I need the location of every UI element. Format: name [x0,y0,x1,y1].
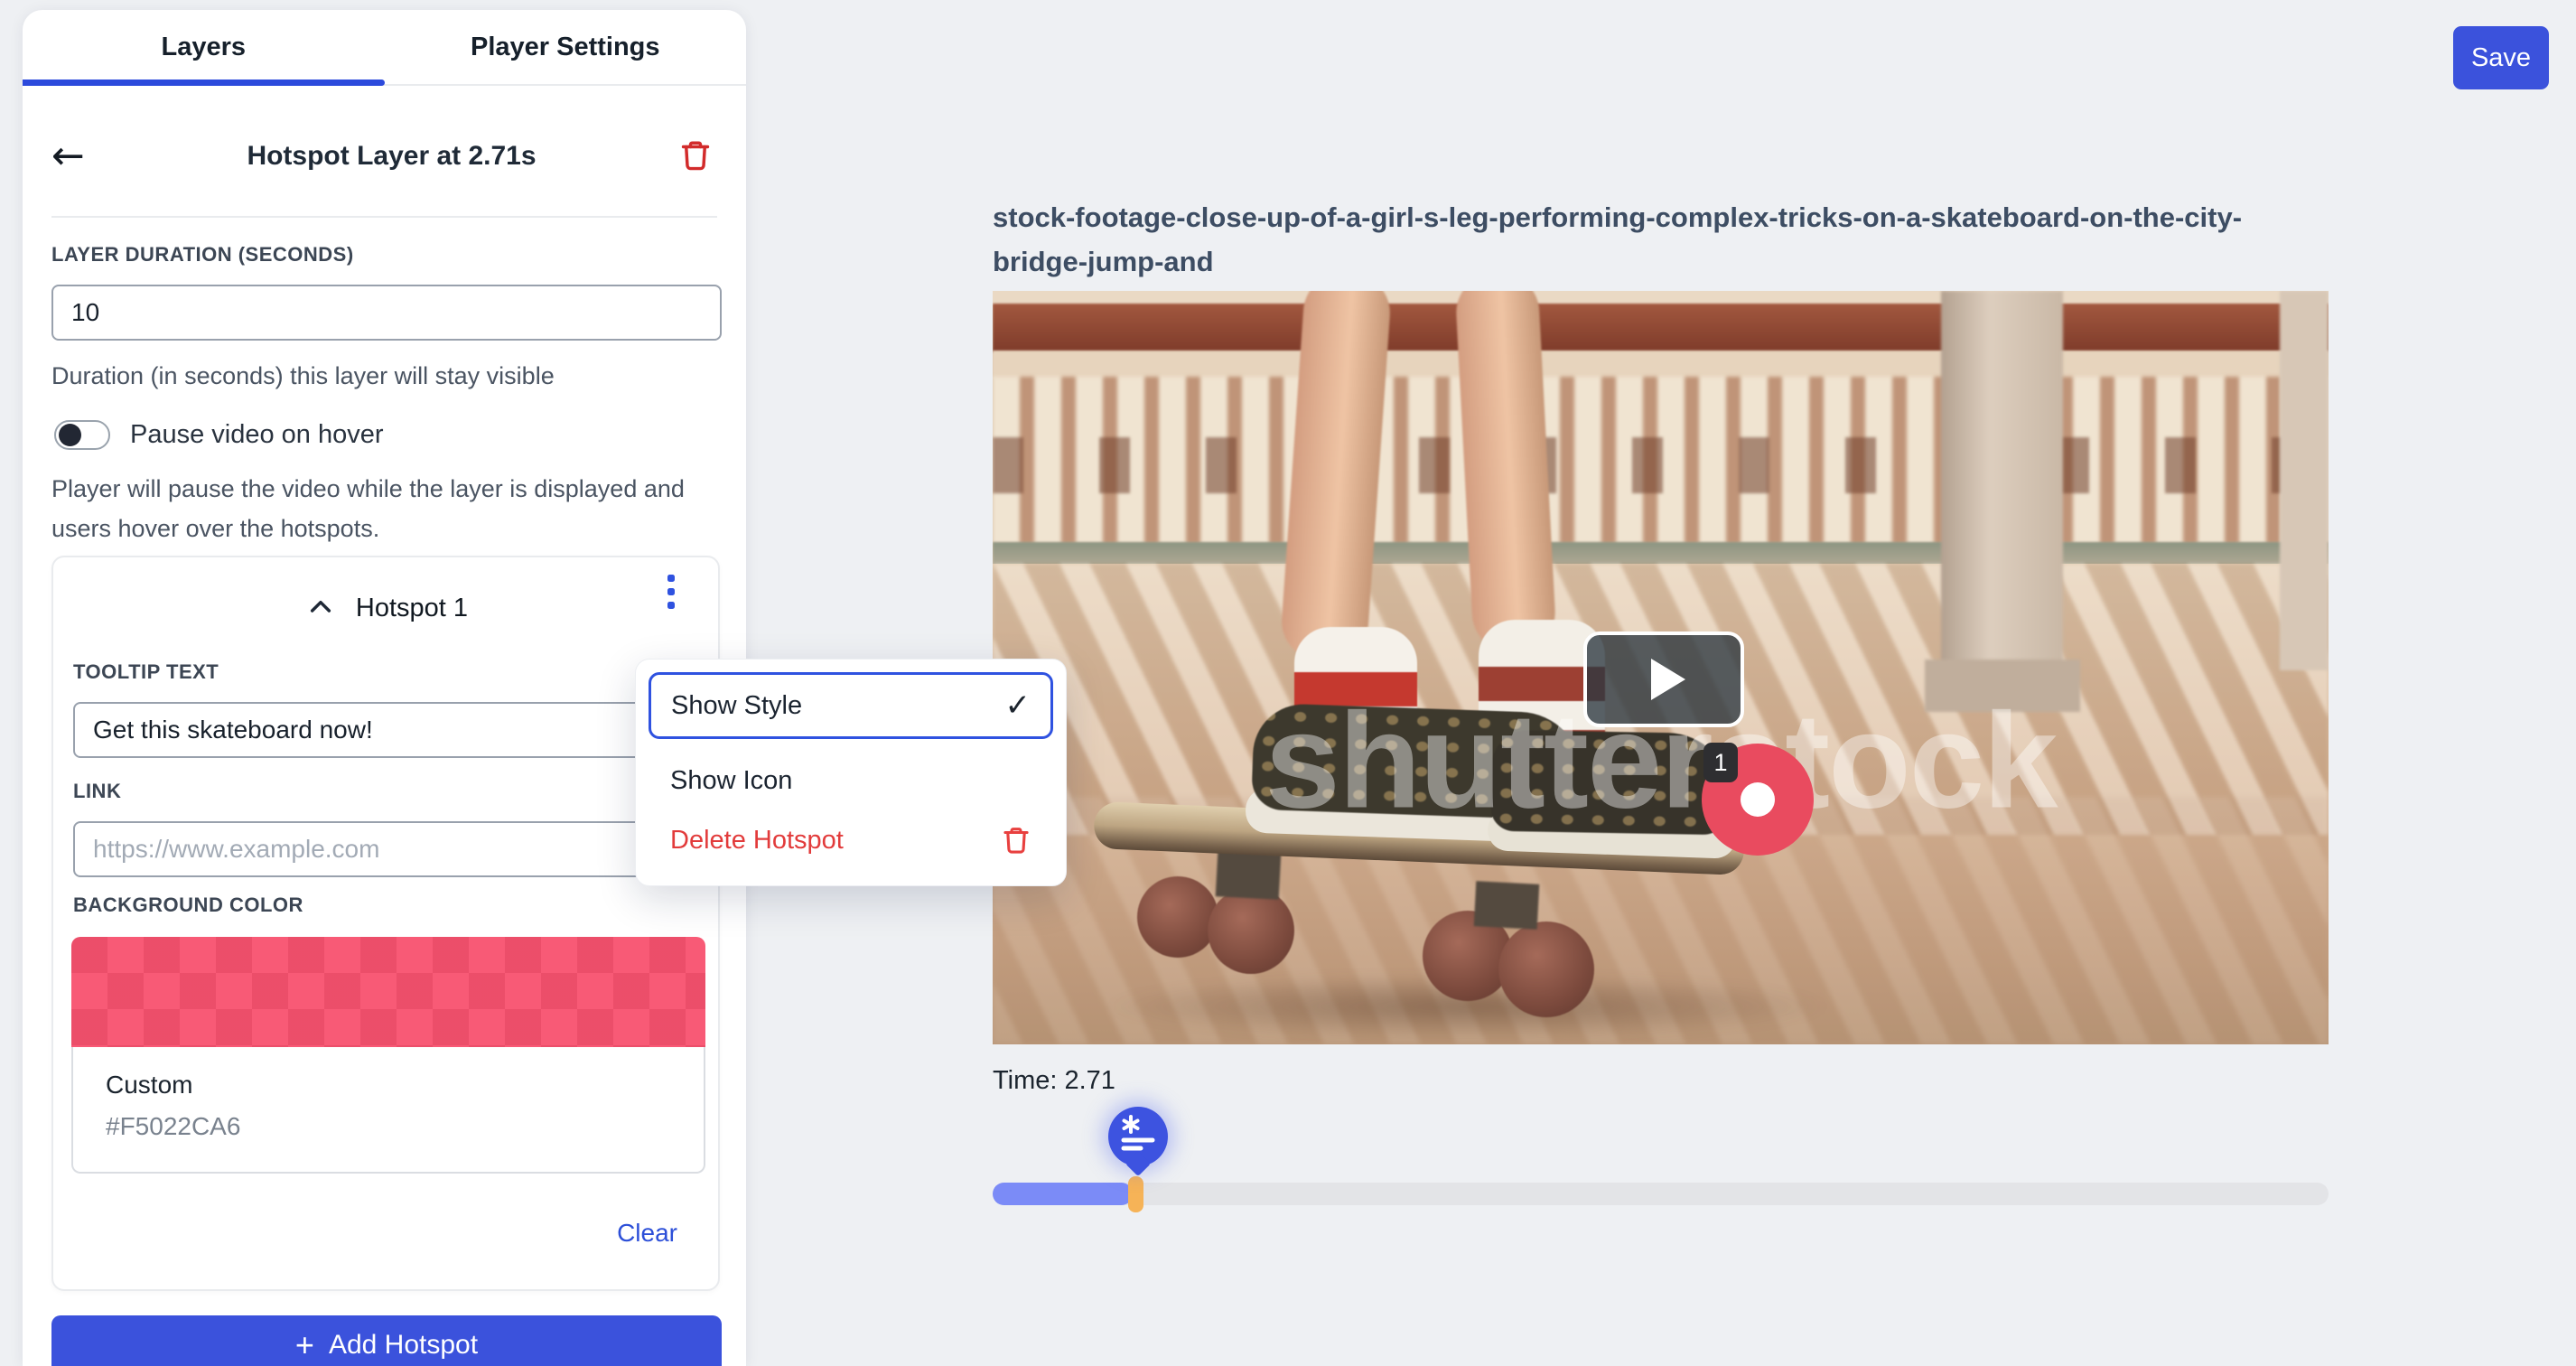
menu-item-delete-hotspot[interactable]: Delete Hotspot [649,814,1053,866]
pause-on-hover-label: Pause video on hover [130,420,384,450]
timeline-position-marker[interactable] [1128,1176,1143,1212]
hotspot-number-badge: 1 [1703,743,1738,782]
menu-item-show-icon[interactable]: Show Icon [649,755,1053,807]
tab-player-settings[interactable]: Player Settings [385,10,747,84]
pause-on-hover-helper: Player will pause the video while the la… [51,469,693,548]
time-label: Time: 2.71 [993,1066,1115,1096]
layer-header: ← Hotspot Layer at 2.71s [51,124,717,189]
background-color-label: BACKGROUND COLOR [73,894,303,917]
play-icon [1651,659,1685,700]
color-swatch[interactable] [71,937,705,1047]
add-hotspot-button[interactable]: + Add Hotspot [51,1315,722,1366]
collapse-hotspot-button[interactable] [303,591,338,625]
back-button[interactable]: ← [51,136,109,176]
plus-icon: + [295,1329,314,1361]
save-button[interactable]: Save [2453,26,2549,89]
play-button[interactable] [1583,632,1744,727]
hotspot-menu-button[interactable] [651,565,691,619]
hotspot-card-title: Hotspot 1 [356,594,468,623]
link-input[interactable] [73,821,702,877]
video-title: stock-footage-close-up-of-a-girl-s-leg-p… [993,195,2311,284]
menu-item-show-style[interactable]: Show Style ✓ [649,672,1053,739]
layer-duration-input[interactable] [51,285,722,341]
tab-layers[interactable]: Layers [23,10,385,84]
tooltip-text-label: TOOLTIP TEXT [73,660,219,684]
timeline-track[interactable] [993,1183,2329,1205]
divider [51,216,717,218]
panel-tabs: Layers Player Settings [23,10,746,86]
color-info: Custom #F5022CA6 [71,1047,705,1174]
toggle-knob [59,424,81,446]
clear-color-button[interactable]: Clear [617,1219,677,1248]
hotspot-layer-pin[interactable] [1108,1107,1168,1173]
chevron-up-icon [306,611,335,624]
kebab-menu-icon [667,575,675,582]
layer-duration-label: LAYER DURATION (SECONDS) [51,243,354,267]
video-player: shutterstock 1 [993,291,2329,1044]
check-icon: ✓ [1005,688,1031,724]
link-label: LINK [73,780,121,803]
hotspot-center-dot [1741,782,1775,817]
trash-icon [1001,825,1031,856]
color-name: Custom [106,1071,704,1099]
layer-title: Hotspot Layer at 2.71s [109,141,674,172]
trash-icon [678,162,713,175]
timeline-progress-fill [993,1183,1133,1205]
hotspot-context-menu: Show Style ✓ Show Icon Delete Hotspot [635,659,1067,886]
color-hex-value: #F5022CA6 [106,1112,704,1141]
pause-on-hover-toggle[interactable] [54,420,110,450]
delete-layer-button[interactable] [674,135,717,178]
layer-duration-helper: Duration (in seconds) this layer will st… [51,362,555,390]
hotspot-card: Hotspot 1 TOOLTIP TEXT LINK BACKGROUND C… [51,556,720,1291]
tooltip-text-input[interactable] [73,702,702,758]
